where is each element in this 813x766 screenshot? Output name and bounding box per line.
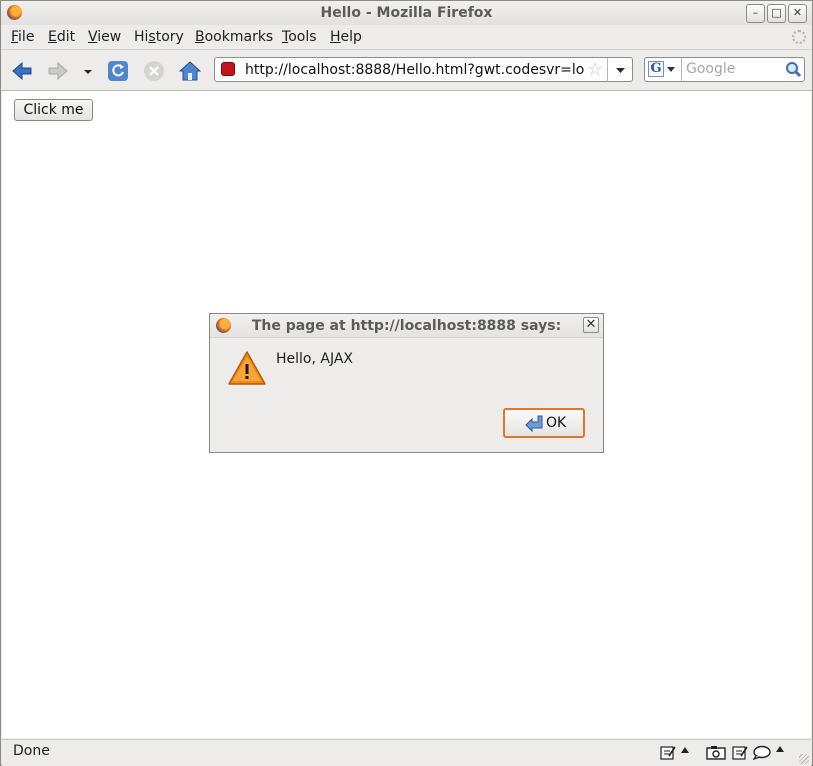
title-bar: Hello - Mozilla Firefox – □ ✕: [1, 1, 812, 25]
status-text: Done: [13, 743, 50, 759]
search-bar[interactable]: G: [644, 57, 805, 82]
search-icon[interactable]: [785, 61, 802, 78]
alert-dialog: The page at http://localhost:8888 says: …: [209, 313, 604, 453]
menu-history[interactable]: History: [134, 29, 184, 45]
browser-window: Hello - Mozilla Firefox – □ ✕ File Edit …: [0, 0, 813, 766]
menu-tools[interactable]: Tools: [282, 29, 317, 45]
dialog-message: Hello, AJAX: [276, 351, 354, 367]
search-input[interactable]: [686, 61, 781, 77]
activity-throbber-icon: [792, 30, 806, 44]
click-me-button[interactable]: Click me: [14, 99, 93, 121]
history-dropdown-icon[interactable]: [81, 60, 95, 82]
forward-arrow-icon[interactable]: [47, 60, 69, 82]
search-separator: [681, 58, 682, 81]
home-icon[interactable]: [179, 60, 201, 82]
menu-bar: File Edit View History Bookmarks Tools H…: [1, 25, 812, 50]
menu-edit[interactable]: Edit: [48, 29, 75, 45]
maximize-button[interactable]: □: [767, 4, 786, 23]
enter-return-icon: [525, 415, 543, 432]
url-bar[interactable]: http://localhost:8888/Hello.html?gwt.cod…: [214, 57, 633, 82]
menu-file[interactable]: File: [11, 29, 34, 45]
dialog-close-button[interactable]: ✕: [583, 317, 599, 333]
menu-help[interactable]: Help: [330, 29, 362, 45]
stop-icon[interactable]: [143, 60, 165, 82]
camera-icon[interactable]: [705, 744, 727, 760]
edit-notes-icon[interactable]: [659, 744, 691, 760]
close-window-button[interactable]: ✕: [788, 4, 807, 23]
chat-bubble-icon[interactable]: [753, 744, 789, 760]
window-title: Hello - Mozilla Firefox: [320, 5, 493, 21]
chevron-down-icon: [616, 68, 625, 73]
back-arrow-icon[interactable]: [11, 60, 33, 82]
engine-dropdown-icon[interactable]: [667, 67, 675, 72]
ok-label: OK: [546, 415, 567, 431]
menu-view[interactable]: View: [88, 29, 121, 45]
url-text[interactable]: http://localhost:8888/Hello.html?gwt.cod…: [245, 62, 585, 78]
warning-icon: [228, 351, 266, 385]
status-bar: Done: [2, 739, 811, 766]
dialog-title: The page at http://localhost:8888 says:: [251, 318, 562, 334]
resize-grip[interactable]: [799, 754, 809, 764]
dialog-title-bar: The page at http://localhost:8888 says: …: [210, 314, 603, 338]
url-history-dropdown[interactable]: [607, 58, 633, 81]
menu-bookmarks[interactable]: Bookmarks: [195, 29, 273, 45]
ok-button[interactable]: OK: [503, 408, 585, 438]
minimize-button[interactable]: –: [746, 4, 765, 23]
google-engine-icon[interactable]: G: [648, 61, 664, 77]
site-identity-icon[interactable]: [221, 62, 235, 76]
reload-icon[interactable]: [107, 60, 129, 82]
bookmark-star-icon[interactable]: ☆: [587, 59, 603, 80]
notes-icon[interactable]: [731, 744, 749, 760]
